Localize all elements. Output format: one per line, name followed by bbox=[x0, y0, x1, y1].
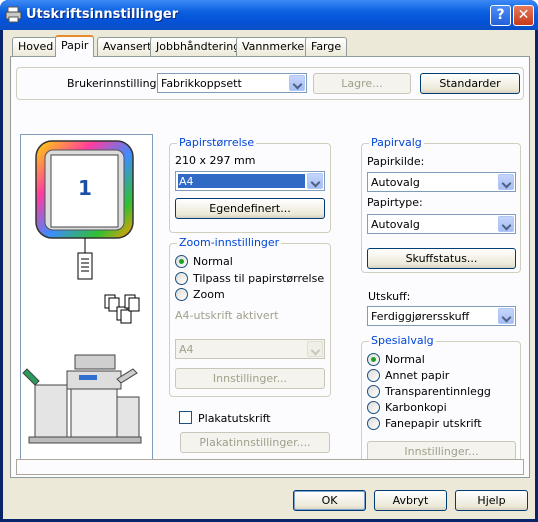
custom-size-button[interactable]: Egendefinert... bbox=[175, 198, 325, 219]
chevron-down-icon[interactable] bbox=[289, 75, 305, 91]
paper-size-label: Papirstørrelse bbox=[177, 136, 257, 149]
chevron-down-icon[interactable] bbox=[498, 216, 514, 232]
special-carbon-label: Karbonkopi bbox=[385, 401, 447, 414]
paper-size-select[interactable]: A4 bbox=[175, 171, 325, 191]
chevron-down-icon[interactable] bbox=[498, 308, 514, 324]
user-settings-select[interactable]: Fabrikkoppsett bbox=[157, 73, 307, 93]
paper-dimensions: 210 x 297 mm bbox=[175, 154, 256, 167]
chevron-down-icon[interactable] bbox=[307, 173, 323, 189]
paper-source-select[interactable]: Autovalg bbox=[367, 172, 516, 192]
tray-status-button[interactable]: Skuffstatus... bbox=[367, 248, 516, 269]
help-icon[interactable]: ? bbox=[490, 5, 511, 26]
window-title: Utskriftsinnstillinger bbox=[26, 7, 179, 22]
special-transparency-radio[interactable] bbox=[367, 385, 380, 398]
paper-select-label: Papirvalg bbox=[369, 136, 424, 149]
zoom-size-select[interactable]: A4 bbox=[175, 339, 325, 359]
special-carbon-radio[interactable] bbox=[367, 401, 380, 414]
ok-button[interactable]: OK bbox=[293, 490, 366, 511]
tab-hoved[interactable]: Hoved bbox=[12, 37, 60, 56]
paper-source-label: Papirkilde: bbox=[367, 155, 425, 168]
poster-checkbox[interactable] bbox=[179, 411, 192, 424]
zoom-label: Zoom-innstillinger bbox=[177, 236, 282, 249]
papir-panel: Brukerinnstillinger: Fabrikkoppsett Lagr… bbox=[10, 56, 530, 478]
zoom-group: Zoom-innstillinger Normal Tilpass til pa… bbox=[169, 236, 331, 397]
help-button[interactable]: Hjelp bbox=[455, 490, 528, 511]
preview-page-number: 1 bbox=[78, 176, 92, 200]
zoom-fit-radio[interactable] bbox=[175, 272, 188, 285]
chevron-down-icon[interactable] bbox=[498, 174, 514, 190]
zoom-settings-button[interactable]: Innstillinger... bbox=[175, 368, 325, 389]
tab-jobbhandtering[interactable]: Jobbhåndtering bbox=[150, 37, 247, 56]
special-tab-paper-label: Fanepapir utskrift bbox=[385, 417, 482, 430]
output-tray-select[interactable]: Ferdiggjørersskuff bbox=[367, 306, 516, 326]
defaults-button[interactable]: Standarder bbox=[420, 73, 520, 94]
title-bar[interactable]: Utskriftsinnstillinger ? ✕ bbox=[0, 0, 538, 30]
user-settings-group: Brukerinnstillinger: Fabrikkoppsett Lagr… bbox=[16, 67, 524, 100]
special-other-paper-label: Annet papir bbox=[385, 369, 450, 382]
paper-size-group: Papirstørrelse 210 x 297 mm A4 Egendefin… bbox=[169, 136, 331, 233]
special-tab-paper-radio[interactable] bbox=[367, 417, 380, 430]
special-transparency-label: Transparentinnlegg bbox=[385, 385, 491, 398]
cancel-button[interactable]: Avbryt bbox=[374, 490, 447, 511]
paper-select-group: Papirvalg Papirkilde: Autovalg Papirtype… bbox=[361, 136, 521, 273]
special-normal-radio[interactable] bbox=[367, 353, 380, 366]
zoom-zoom-label: Zoom bbox=[193, 288, 225, 301]
poster-settings-button[interactable]: Plakatinnstillinger.... bbox=[180, 432, 330, 453]
tab-vannmerker[interactable]: Vannmerker bbox=[236, 37, 315, 56]
output-tray-label: Utskuff: bbox=[368, 290, 411, 303]
dialog-body: Hoved Papir Avansert Jobbhåndtering Vann… bbox=[3, 30, 535, 519]
printer-icon bbox=[5, 6, 22, 23]
paper-type-select[interactable]: Autovalg bbox=[367, 214, 516, 234]
special-group: Spesialvalg Normal Annet papir Transpare… bbox=[361, 334, 521, 471]
zoom-normal-label: Normal bbox=[193, 255, 233, 268]
paper-type-label: Papirtype: bbox=[367, 196, 423, 209]
poster-label: Plakatutskrift bbox=[198, 412, 271, 425]
special-normal-label: Normal bbox=[385, 353, 425, 366]
zoom-zoom-radio[interactable] bbox=[175, 288, 188, 301]
tab-farge[interactable]: Farge bbox=[305, 37, 348, 56]
zoom-fit-label: Tilpass til papirstørrelse bbox=[193, 272, 325, 285]
save-button[interactable]: Lagre... bbox=[313, 73, 411, 94]
special-other-paper-radio[interactable] bbox=[367, 369, 380, 382]
tab-papir[interactable]: Papir bbox=[55, 35, 95, 57]
close-icon[interactable]: ✕ bbox=[513, 5, 534, 26]
paper-preview: 1 bbox=[20, 134, 153, 465]
zoom-active-text: A4-utskrift aktivert bbox=[175, 309, 279, 322]
chevron-down-icon bbox=[307, 341, 323, 357]
tab-avansert[interactable]: Avansert bbox=[97, 37, 158, 56]
print-settings-window: Utskriftsinnstillinger ? ✕ Hoved Papir A… bbox=[0, 0, 538, 522]
user-settings-label: Brukerinnstillinger: bbox=[67, 77, 172, 90]
status-bar bbox=[16, 459, 524, 475]
zoom-normal-radio[interactable] bbox=[175, 255, 188, 268]
special-label: Spesialvalg bbox=[369, 334, 436, 347]
